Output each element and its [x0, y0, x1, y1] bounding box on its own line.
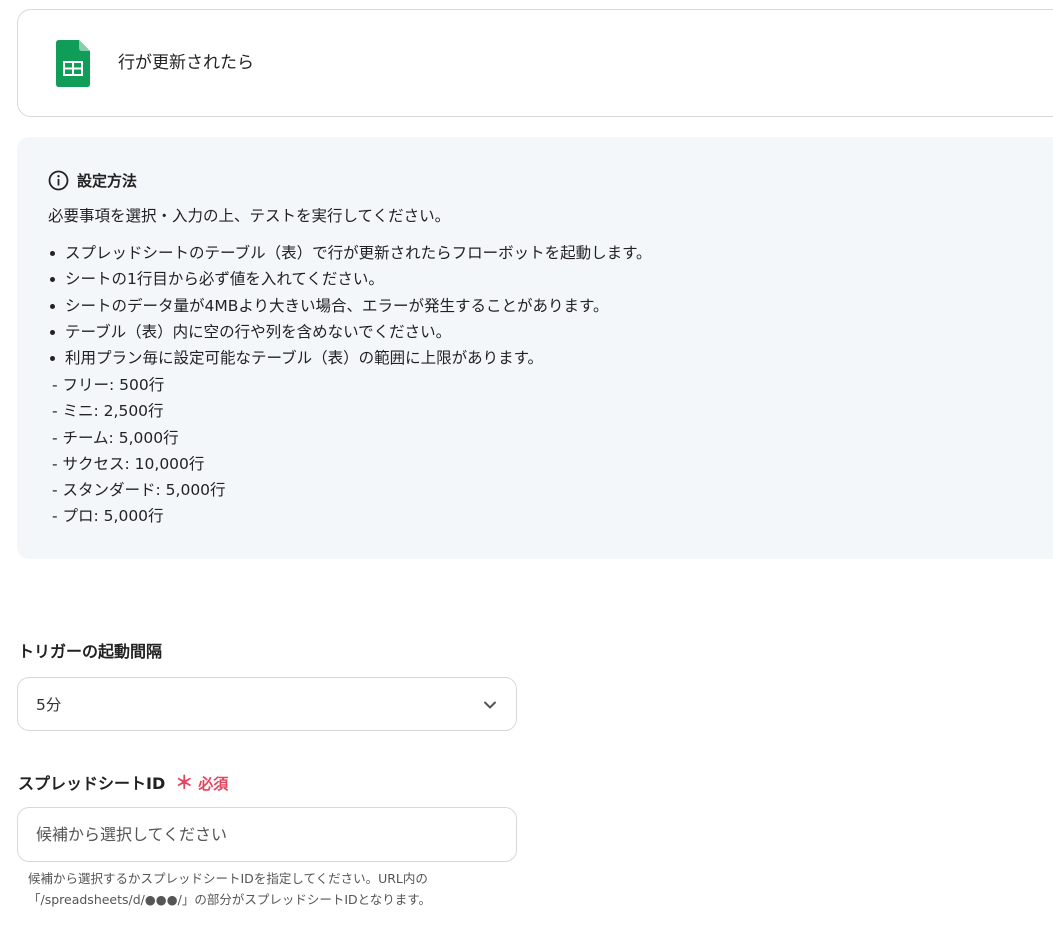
plan-limit-item: - スタンダード: 5,000行 — [52, 481, 226, 500]
interval-label: トリガーの起動間隔 — [18, 640, 162, 664]
info-bullet-list: スプレッドシートのテーブル（表）で行が更新されたらフローボットを起動します。 シ… — [48, 240, 652, 371]
list-item: 利用プラン毎に設定可能なテーブル（表）の範囲に上限があります。 — [48, 345, 652, 371]
required-star-icon: ＊ — [175, 773, 194, 794]
spreadsheet-id-label-text: スプレッドシートID — [18, 774, 166, 793]
required-badge: ＊ 必須 — [175, 772, 228, 796]
info-heading: 設定方法 — [77, 171, 138, 190]
list-item: スプレッドシートのテーブル（表）で行が更新されたらフローボットを起動します。 — [48, 240, 652, 266]
spreadsheet-id-input[interactable] — [17, 807, 517, 862]
interval-select[interactable]: 5分 — [17, 677, 517, 731]
spreadsheet-id-label: スプレッドシートID ＊ 必須 — [18, 772, 228, 796]
info-icon — [48, 170, 69, 190]
plan-limit-item: - チーム: 5,000行 — [52, 428, 179, 447]
chevron-down-icon — [484, 701, 496, 709]
required-label: 必須 — [198, 775, 229, 793]
plan-limit-item: - プロ: 5,000行 — [52, 507, 164, 526]
spreadsheet-id-help-text: 候補から選択するかスプレッドシートIDを指定してください。URL内の 「/spr… — [28, 868, 431, 910]
plan-limit-item: - サクセス: 10,000行 — [52, 454, 205, 473]
plan-limit-item: - フリー: 500行 — [52, 376, 165, 394]
help-text-line: 「/spreadsheets/d/●●●/」の部分がスプレッドシートIDとなりま… — [28, 892, 432, 907]
interval-label-text: トリガーの起動間隔 — [18, 642, 163, 661]
google-sheets-icon — [56, 40, 90, 87]
interval-selected-value: 5分 — [36, 696, 62, 714]
info-intro: 必要事項を選択・入力の上、テストを実行してください。 — [48, 207, 451, 225]
trigger-title: 行が更新されたら — [118, 53, 254, 73]
list-item: テーブル（表）内に空の行や列を含めないでください。 — [48, 319, 652, 345]
trigger-card[interactable]: 行が更新されたら — [17, 9, 1053, 117]
help-text-line: 候補から選択するかスプレッドシートIDを指定してください。URL内の — [28, 871, 428, 886]
plan-limit-item: - ミニ: 2,500行 — [52, 402, 164, 421]
info-header: 設定方法 — [48, 169, 137, 191]
setup-info-box: 設定方法 必要事項を選択・入力の上、テストを実行してください。 スプレッドシート… — [17, 137, 1053, 559]
list-item: シートの1行目から必ず値を入れてください。 — [48, 266, 652, 292]
plan-limit-list: - フリー: 500行 - ミニ: 2,500行 - チーム: 5,000行 -… — [52, 372, 226, 530]
list-item: シートのデータ量が4MBより大きい場合、エラーが発生することがあります。 — [48, 293, 652, 319]
